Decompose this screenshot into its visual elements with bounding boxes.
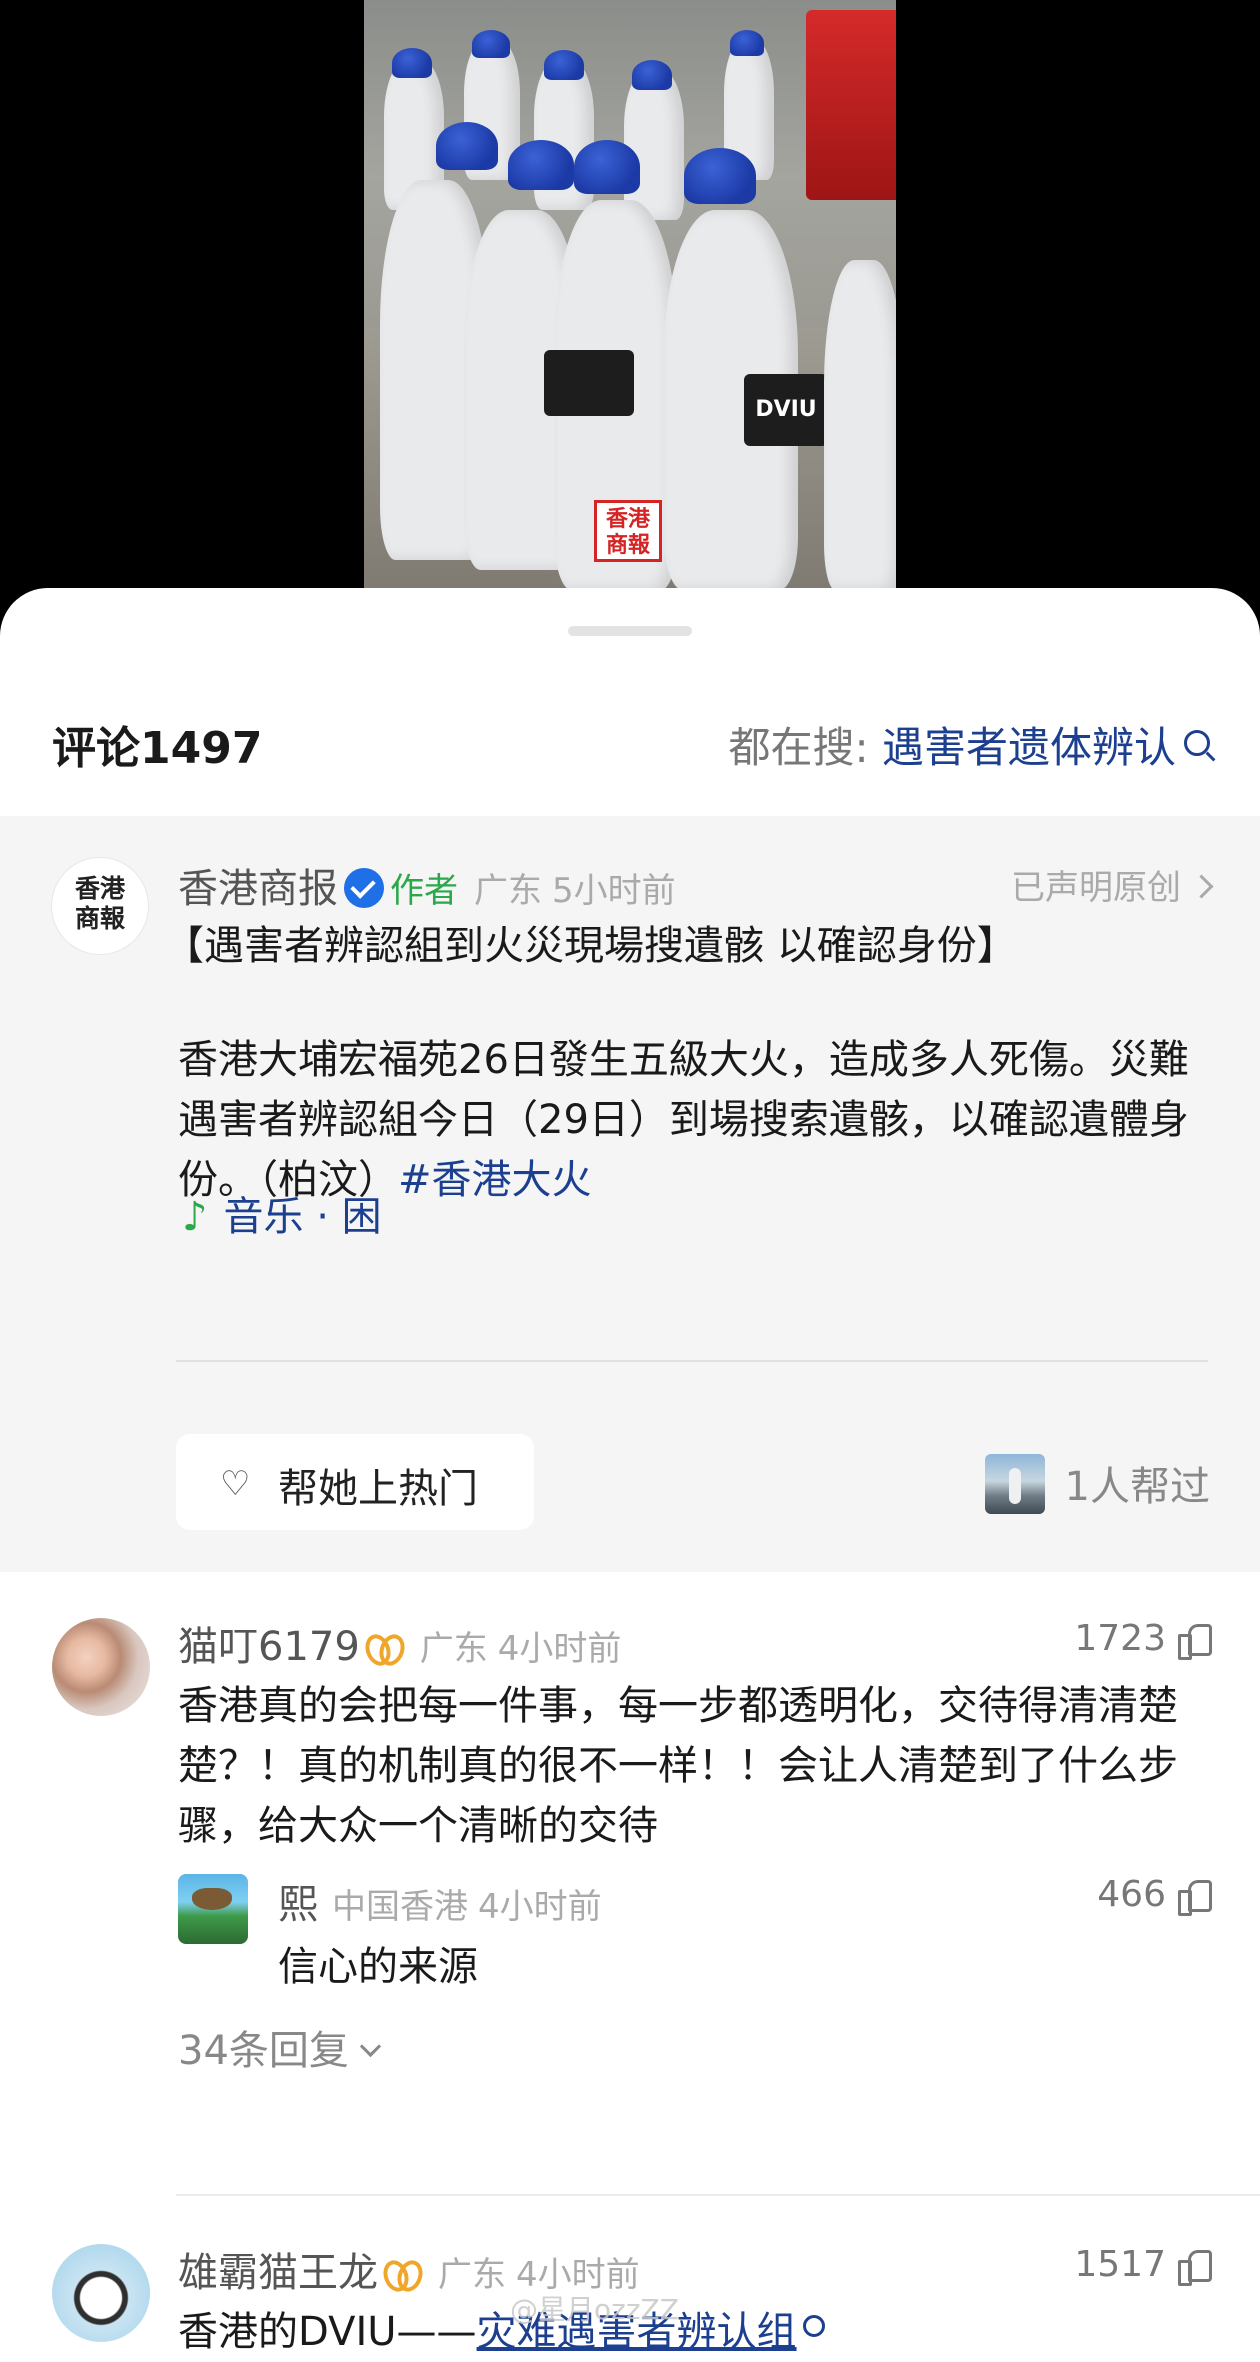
author-meta: 香港商报 作者 广东 5小时前 (178, 856, 676, 916)
footer-watermark: @星月ozzZZ (510, 2293, 679, 2326)
boost-hot-label: 帮她上热门 (278, 1466, 478, 1512)
comment-header: 评论1497 都在搜: 遇害者遗体辨认 (0, 708, 1260, 780)
comment-username[interactable]: 雄霸猫王龙 (178, 2250, 378, 2296)
author-tag: 作者 (390, 871, 458, 911)
helper-avatar (984, 1454, 1045, 1514)
dviu-bag: DVIU (744, 374, 828, 446)
drag-handle[interactable] (568, 626, 692, 636)
post-title: 【遇害者辨認組到火災現場搜遺骸 以確認身份】 (164, 923, 1017, 969)
video-player[interactable]: DVIU 香港 商報 (0, 0, 1260, 640)
comment-location: 广东 (419, 1629, 488, 1669)
reply-text: 信心的来源 (278, 1944, 478, 1990)
comment-sheet: 评论1497 都在搜: 遇害者遗体辨认 香港 商報 香港商报 作者 广东 5小时前 已声… (0, 588, 1260, 2355)
reply-user-line: 熙中国香港 4小时前 (278, 1872, 602, 1930)
worker-figure (624, 70, 684, 220)
like-count: 1517 (1074, 2244, 1166, 2285)
reply-like-button[interactable]: 466 (1097, 1874, 1212, 1916)
helped-info[interactable]: 1人帮过 (984, 1454, 1210, 1514)
fire-truck (806, 10, 896, 200)
thumb-up-icon (1178, 1878, 1212, 1916)
helmet (632, 60, 672, 90)
music-link[interactable]: ♪ 音乐 · 困 (182, 1184, 382, 1242)
comment-text: 香港真的会把每一件事，每一步都透明化，交待得清清楚楚？！真的机制真的很不一样！！… (178, 1683, 1178, 1849)
reply-avatar[interactable] (178, 1874, 248, 1944)
comment-count: 评论1497 (52, 723, 263, 774)
video-frame[interactable]: DVIU 香港 商報 (364, 0, 896, 588)
author-post-card: 香港 商報 香港商报 作者 广东 5小时前 已声明原创 【遇害者辨認組到火災現場搜遺骸 … (0, 816, 1260, 1572)
comment-username[interactable]: 猫叮6179 (178, 1624, 360, 1670)
like-count: 1723 (1074, 1618, 1166, 1659)
hk-commercial-daily-logo: 香港 商報 (594, 500, 662, 562)
boost-hot-button[interactable]: ♡ 帮她上热门 (176, 1434, 534, 1530)
worker-figure (824, 260, 896, 588)
vip-badge-icon (366, 1632, 406, 1662)
thumb-up-icon (1178, 2248, 1212, 2286)
reply-username[interactable]: 熙 (278, 1882, 318, 1928)
post-time: 5小时前 (552, 871, 676, 911)
thumb-up-icon (1178, 1622, 1212, 1660)
reply-like-count: 466 (1097, 1874, 1166, 1915)
verified-icon (344, 868, 384, 908)
author-name[interactable]: 香港商报 (178, 866, 338, 912)
hot-search-label: 都在搜: (728, 723, 869, 772)
music-note-icon: ♪ (182, 1194, 208, 1240)
more-replies-label: 34条回复 (178, 2028, 349, 2074)
post-location: 广东 (474, 871, 542, 911)
helmet (684, 148, 756, 204)
waist-bag (544, 350, 634, 416)
post-body: 香港大埔宏福苑26日發生五級大火，造成多人死傷。災難遇害者辨認組今日（29日）到… (178, 1030, 1208, 1210)
reply-time: 4小时前 (478, 1887, 602, 1927)
like-button[interactable]: 1723 (1074, 1618, 1212, 1660)
chevron-right-icon (1189, 874, 1214, 899)
hashtag-link[interactable]: #香港大火 (398, 1157, 592, 1203)
comment-text-prefix: 香港的DVIU—— (178, 2309, 477, 2355)
comment-avatar[interactable] (52, 1618, 150, 1716)
vip-badge-icon (384, 2258, 424, 2288)
music-label: 音乐 · 困 (223, 1194, 382, 1240)
heart-icon: ♡ (220, 1464, 251, 1504)
chevron-down-icon (359, 2035, 382, 2058)
search-icon[interactable] (1184, 730, 1210, 756)
like-button[interactable]: 1517 (1074, 2244, 1212, 2286)
divider (176, 2194, 1260, 2196)
comment-time: 4小时前 (497, 1629, 622, 1669)
helmet (472, 30, 510, 58)
comment-user-line: 猫叮6179 广东 4小时前 (178, 1614, 621, 1672)
reply-location: 中国香港 (332, 1887, 468, 1927)
comment-avatar[interactable] (52, 2244, 150, 2342)
comment-location: 广东 (438, 2255, 506, 2295)
hot-search[interactable]: 都在搜: 遇害者遗体辨认 (728, 714, 1210, 775)
helped-count: 1人帮过 (1064, 1464, 1210, 1510)
original-claim[interactable]: 已声明原创 (1011, 860, 1214, 909)
search-icon[interactable] (802, 2315, 825, 2337)
original-claim-label: 已声明原创 (1011, 868, 1181, 908)
helmet (574, 140, 640, 194)
author-avatar[interactable]: 香港 商報 (52, 858, 148, 954)
helmet (436, 122, 498, 170)
comment-text: 香港的DVIU——灾难遇害者辨认组 (178, 2302, 1218, 2362)
helmet (544, 50, 584, 80)
helmet (392, 48, 432, 78)
author-avatar-text: 香港 商報 (74, 874, 125, 933)
divider (176, 1360, 1208, 1362)
post-body-text: 香港大埔宏福苑26日發生五級大火，造成多人死傷。災難遇害者辨認組今日（29日）到… (178, 1037, 1189, 1203)
helmet (508, 140, 574, 190)
expand-replies-button[interactable]: 34条回复 (178, 2018, 382, 2076)
helmet (730, 30, 764, 56)
hot-search-keyword[interactable]: 遇害者遗体辨认 (882, 723, 1176, 772)
